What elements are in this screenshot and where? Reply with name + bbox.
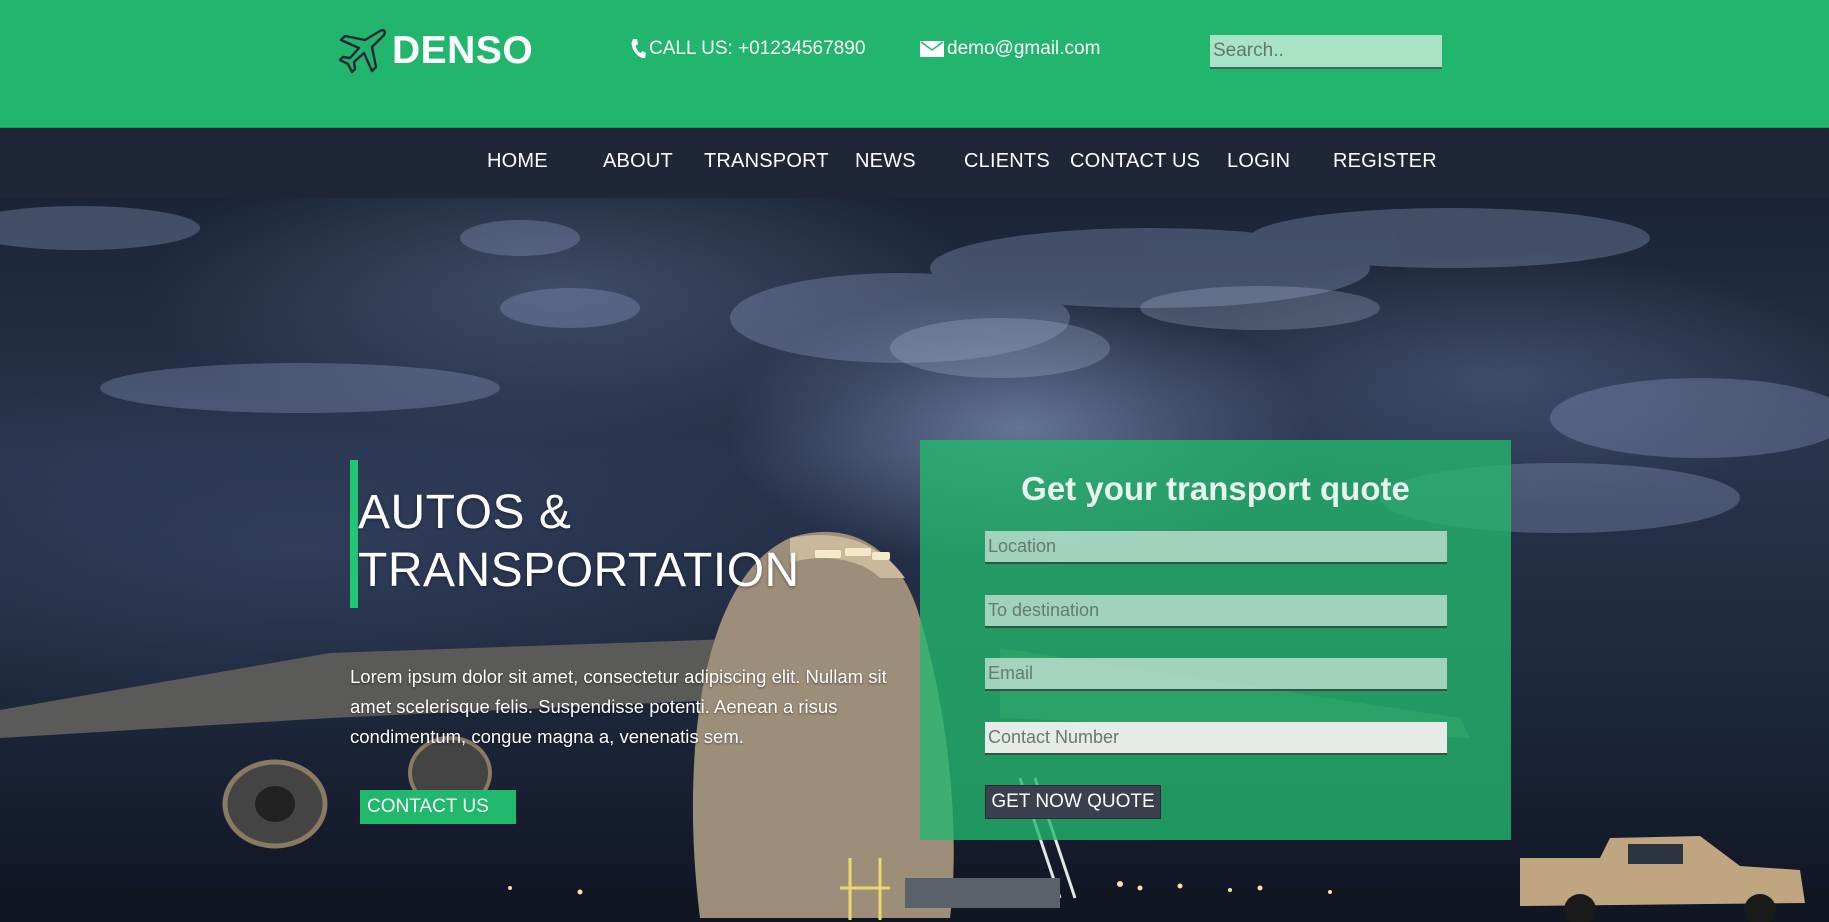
hero-background-image	[0, 206, 1829, 922]
nav-item-clients[interactable]: CLIENTS	[964, 150, 1050, 173]
destination-input[interactable]	[985, 595, 1447, 628]
quote-form-title: Get your transport quote	[1021, 470, 1410, 507]
call-text: CALL US: +01234567890	[649, 38, 866, 59]
nav-item-news[interactable]: NEWS	[855, 150, 916, 173]
contact-number-input[interactable]	[985, 722, 1447, 755]
headline-accent-bar	[350, 460, 358, 608]
search-input[interactable]	[1210, 35, 1442, 69]
hero-description: Lorem ipsum dolor sit amet, consectetur …	[350, 666, 887, 747]
call-info[interactable]: CALL US: +01234567890	[630, 38, 865, 60]
nav-item-transport[interactable]: TRANSPORT	[704, 150, 829, 173]
get-quote-button[interactable]: GET NOW QUOTE	[985, 785, 1161, 819]
location-input[interactable]	[985, 531, 1447, 564]
hero-headline-line2: TRANSPORTATION	[358, 544, 800, 597]
phone-icon	[630, 38, 646, 60]
nav-item-about[interactable]: ABOUT	[603, 150, 673, 173]
hero-section: AUTOS & TRANSPORTATION Lorem ipsum dolor…	[0, 198, 1829, 922]
hero-headline-line1: AUTOS &	[358, 486, 572, 539]
quote-form: Get your transport quote GET NOW QUOTE	[920, 440, 1511, 840]
contact-us-button[interactable]: CONTACT US	[360, 790, 516, 824]
airplane-logo-icon	[336, 25, 388, 77]
email-input[interactable]	[985, 658, 1447, 691]
envelope-icon	[920, 41, 944, 57]
hero-headline: AUTOS & TRANSPORTATION	[358, 484, 800, 600]
brand[interactable]: DENSO	[336, 24, 533, 78]
nav-item-home[interactable]: HOME	[487, 150, 548, 173]
email-text: demo@gmail.com	[947, 38, 1101, 59]
nav-item-register[interactable]: REGISTER	[1333, 150, 1437, 173]
nav-item-login[interactable]: LOGIN	[1227, 150, 1290, 173]
brand-name: DENSO	[392, 29, 534, 72]
nav-item-contact-us[interactable]: CONTACT US	[1070, 150, 1200, 173]
top-header: DENSO CALL US: +01234567890 demo@gmail.c…	[0, 0, 1829, 128]
main-nav: HOME ABOUT TRANSPORT NEWS CLIENTS CONTAC…	[0, 128, 1829, 198]
email-info[interactable]: demo@gmail.com	[920, 38, 1100, 60]
